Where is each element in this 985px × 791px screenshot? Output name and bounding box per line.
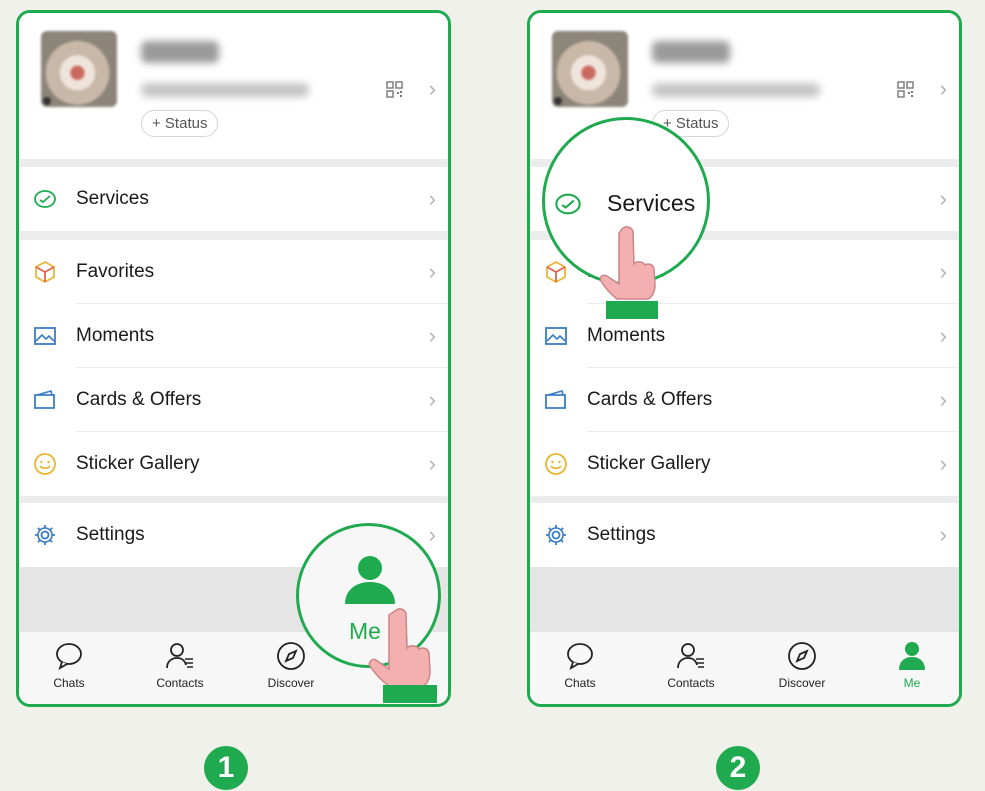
chats-icon [56, 643, 82, 670]
contacts-icon [677, 643, 704, 669]
moments-icon [34, 327, 56, 345]
favorites-icon [35, 260, 55, 284]
menu-item-cards-offers[interactable]: Cards & Offers › [19, 368, 448, 432]
chevron-right-icon: › [428, 323, 436, 348]
services-icon [555, 193, 581, 215]
sticker-icon [34, 453, 56, 475]
menu-label: Favorites [76, 261, 155, 282]
status-button[interactable]: + Status [141, 110, 219, 137]
menu-item-sticker-gallery[interactable]: Sticker Gallery › [19, 432, 448, 496]
tap-finger-icon [600, 226, 658, 319]
tab-label: Me [903, 676, 921, 690]
favorites-icon [546, 260, 566, 284]
chevron-right-icon: › [428, 451, 436, 476]
qr-code-icon[interactable] [897, 81, 914, 98]
chats-icon [567, 643, 593, 670]
empty-area [530, 567, 959, 631]
tab-discover[interactable]: Discover [762, 640, 842, 690]
section-divider [19, 159, 448, 167]
services-icon [34, 190, 56, 208]
cards-icon [34, 390, 55, 409]
tab-label: Contacts [156, 676, 204, 690]
chevron-right-icon: › [939, 186, 947, 211]
menu-item-settings[interactable]: Settings › [530, 503, 959, 567]
services-callout-label: Services [607, 190, 696, 216]
phone-screen-step-2: › + Status › Favorites › Moments › Cards… [527, 10, 962, 707]
blurred-wechat-id [652, 83, 820, 97]
cards-icon [545, 390, 566, 409]
menu-item-sticker-gallery[interactable]: Sticker Gallery › [530, 432, 959, 496]
menu-item-moments[interactable]: Moments › [530, 304, 959, 368]
discover-icon [788, 642, 816, 670]
tab-label: Chats [53, 676, 85, 690]
menu-item-services[interactable]: Services › [19, 167, 448, 231]
settings-icon [35, 525, 55, 545]
chevron-right-icon: › [428, 522, 436, 547]
chevron-right-icon: › [428, 186, 436, 211]
blurred-name [652, 41, 730, 63]
tab-bar: Chats Contacts Discover Me [530, 631, 959, 704]
step-number-2: 2 [716, 746, 760, 790]
menu-label: Settings [587, 524, 656, 545]
menu-label: Sticker Gallery [76, 453, 200, 474]
tab-label: Discover [778, 676, 826, 690]
menu-label: Settings [76, 524, 145, 545]
me-icon [345, 556, 395, 604]
discover-icon [277, 642, 305, 670]
tab-chats[interactable]: Chats [540, 640, 620, 690]
menu-label: Cards & Offers [587, 389, 713, 410]
step-number-1: 1 [204, 746, 248, 790]
menu-item-favorites[interactable]: Favorites › [19, 240, 448, 304]
chevron-right-icon: › [939, 451, 947, 476]
menu-label: Sticker Gallery [587, 453, 711, 474]
blurred-name [141, 41, 219, 63]
chevron-right-icon: › [428, 259, 436, 284]
chevron-right-icon: › [939, 522, 947, 547]
menu-item-moments[interactable]: Moments › [19, 304, 448, 368]
tab-label: Discover [267, 676, 315, 690]
qr-code-icon[interactable] [386, 81, 403, 98]
avatar[interactable] [552, 31, 628, 107]
tab-chats[interactable]: Chats [29, 640, 109, 690]
moments-icon [545, 327, 567, 345]
avatar[interactable] [41, 31, 117, 107]
tab-me[interactable]: Me [872, 640, 952, 690]
menu-label: Cards & Offers [76, 389, 202, 410]
tab-contacts[interactable]: Contacts [651, 640, 731, 690]
tab-label: Chats [564, 676, 596, 690]
chevron-right-icon: › [939, 259, 947, 284]
chevron-right-icon: › [939, 76, 947, 101]
phone-screen-step-1: › + Status Services › Favorites › Moment… [16, 10, 451, 707]
sticker-icon [545, 453, 567, 475]
blurred-wechat-id [141, 83, 309, 97]
tap-finger-icon [368, 608, 437, 703]
tab-label: Contacts [667, 676, 715, 690]
profile-header[interactable]: › + Status [19, 13, 448, 159]
tab-contacts[interactable]: Contacts [140, 640, 220, 690]
menu-label: Moments [76, 325, 155, 346]
chevron-right-icon: › [939, 323, 947, 348]
me-icon [899, 642, 925, 670]
menu-label: Services [76, 188, 149, 209]
contacts-icon [166, 643, 193, 669]
chevron-right-icon: › [428, 387, 436, 412]
chevron-right-icon: › [939, 387, 947, 412]
menu-item-cards-offers[interactable]: Cards & Offers › [530, 368, 959, 432]
chevron-right-icon: › [428, 76, 436, 101]
section-divider [19, 231, 448, 240]
settings-icon [546, 525, 566, 545]
